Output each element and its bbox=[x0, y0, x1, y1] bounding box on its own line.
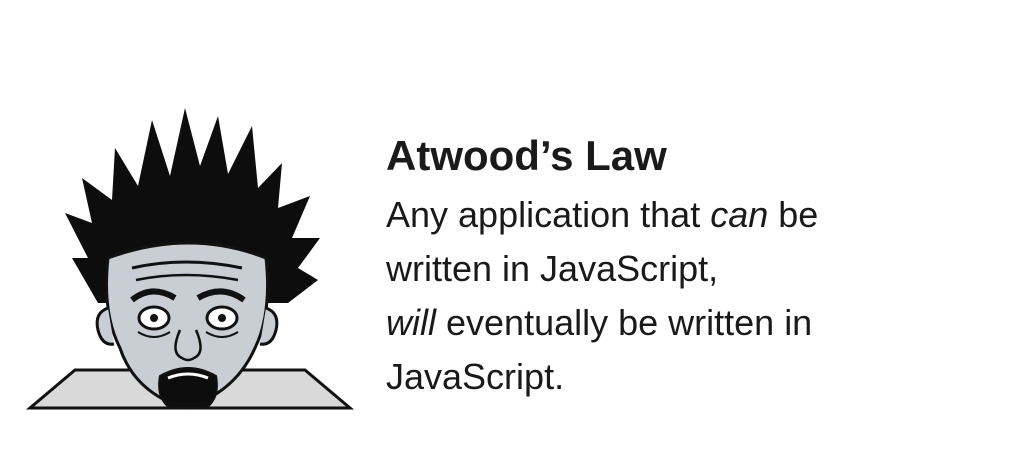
shocked-face-icon bbox=[25, 108, 355, 410]
pupil-left bbox=[150, 314, 158, 322]
body-line-2: written in JavaScript, bbox=[386, 248, 719, 289]
body-text: Any application that bbox=[386, 194, 711, 235]
slide: Atwood’s Law Any application that can be… bbox=[0, 0, 1033, 471]
body-text: eventually be written in bbox=[436, 302, 813, 343]
body-line-4: JavaScript. bbox=[386, 356, 565, 397]
body-line-1: Any application that can be bbox=[386, 188, 1026, 242]
emphasis-will: will bbox=[386, 302, 436, 343]
pupil-right bbox=[218, 314, 226, 322]
body-text: be bbox=[768, 194, 819, 235]
body-line-3: will eventually be written in bbox=[386, 296, 1026, 350]
emphasis-can: can bbox=[710, 194, 769, 235]
slide-title: Atwood’s Law bbox=[386, 132, 667, 179]
quote-block: Atwood’s Law Any application that can be… bbox=[386, 128, 1026, 404]
